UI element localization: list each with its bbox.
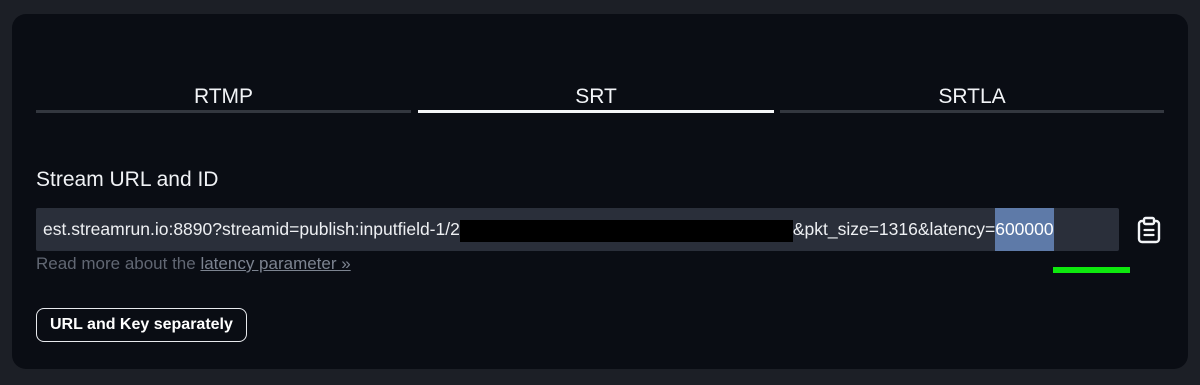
url-selected-latency: 600000	[995, 208, 1054, 251]
tab-rtmp-underline	[36, 110, 411, 113]
url-suffix: &pkt_size=1316&latency=	[792, 219, 996, 239]
latency-parameter-link[interactable]: latency parameter »	[200, 254, 350, 273]
latency-help-text: Read more about the latency parameter »	[36, 254, 351, 274]
tab-srtla-underline	[780, 110, 1164, 113]
help-text: Read more about the	[36, 254, 201, 273]
redacted-stream-key	[459, 220, 793, 242]
tab-srtla-label: SRTLA	[938, 85, 1006, 108]
url-prefix: est.streamrun.io:8890?streamid=publish:i…	[43, 219, 460, 239]
latency-annotation-marker	[1053, 267, 1130, 273]
tab-rtmp[interactable]: RTMP	[36, 86, 411, 114]
stream-url-field[interactable]: est.streamrun.io:8890?streamid=publish:i…	[36, 208, 1119, 251]
stream-settings-panel: RTMP SRT SRTLA Stream URL and ID est.str…	[12, 14, 1188, 369]
stream-url-label: Stream URL and ID	[36, 168, 219, 191]
tab-srt[interactable]: SRT	[418, 86, 774, 114]
clipboard-icon[interactable]	[1136, 216, 1162, 244]
tab-srtla[interactable]: SRTLA	[780, 86, 1164, 114]
tab-srt-underline	[418, 110, 774, 113]
tab-srt-label: SRT	[575, 85, 617, 108]
tab-rtmp-label: RTMP	[193, 85, 254, 108]
url-and-key-separately-button[interactable]: URL and Key separately	[36, 308, 247, 342]
protocol-tabs: RTMP SRT SRTLA	[36, 86, 1164, 114]
